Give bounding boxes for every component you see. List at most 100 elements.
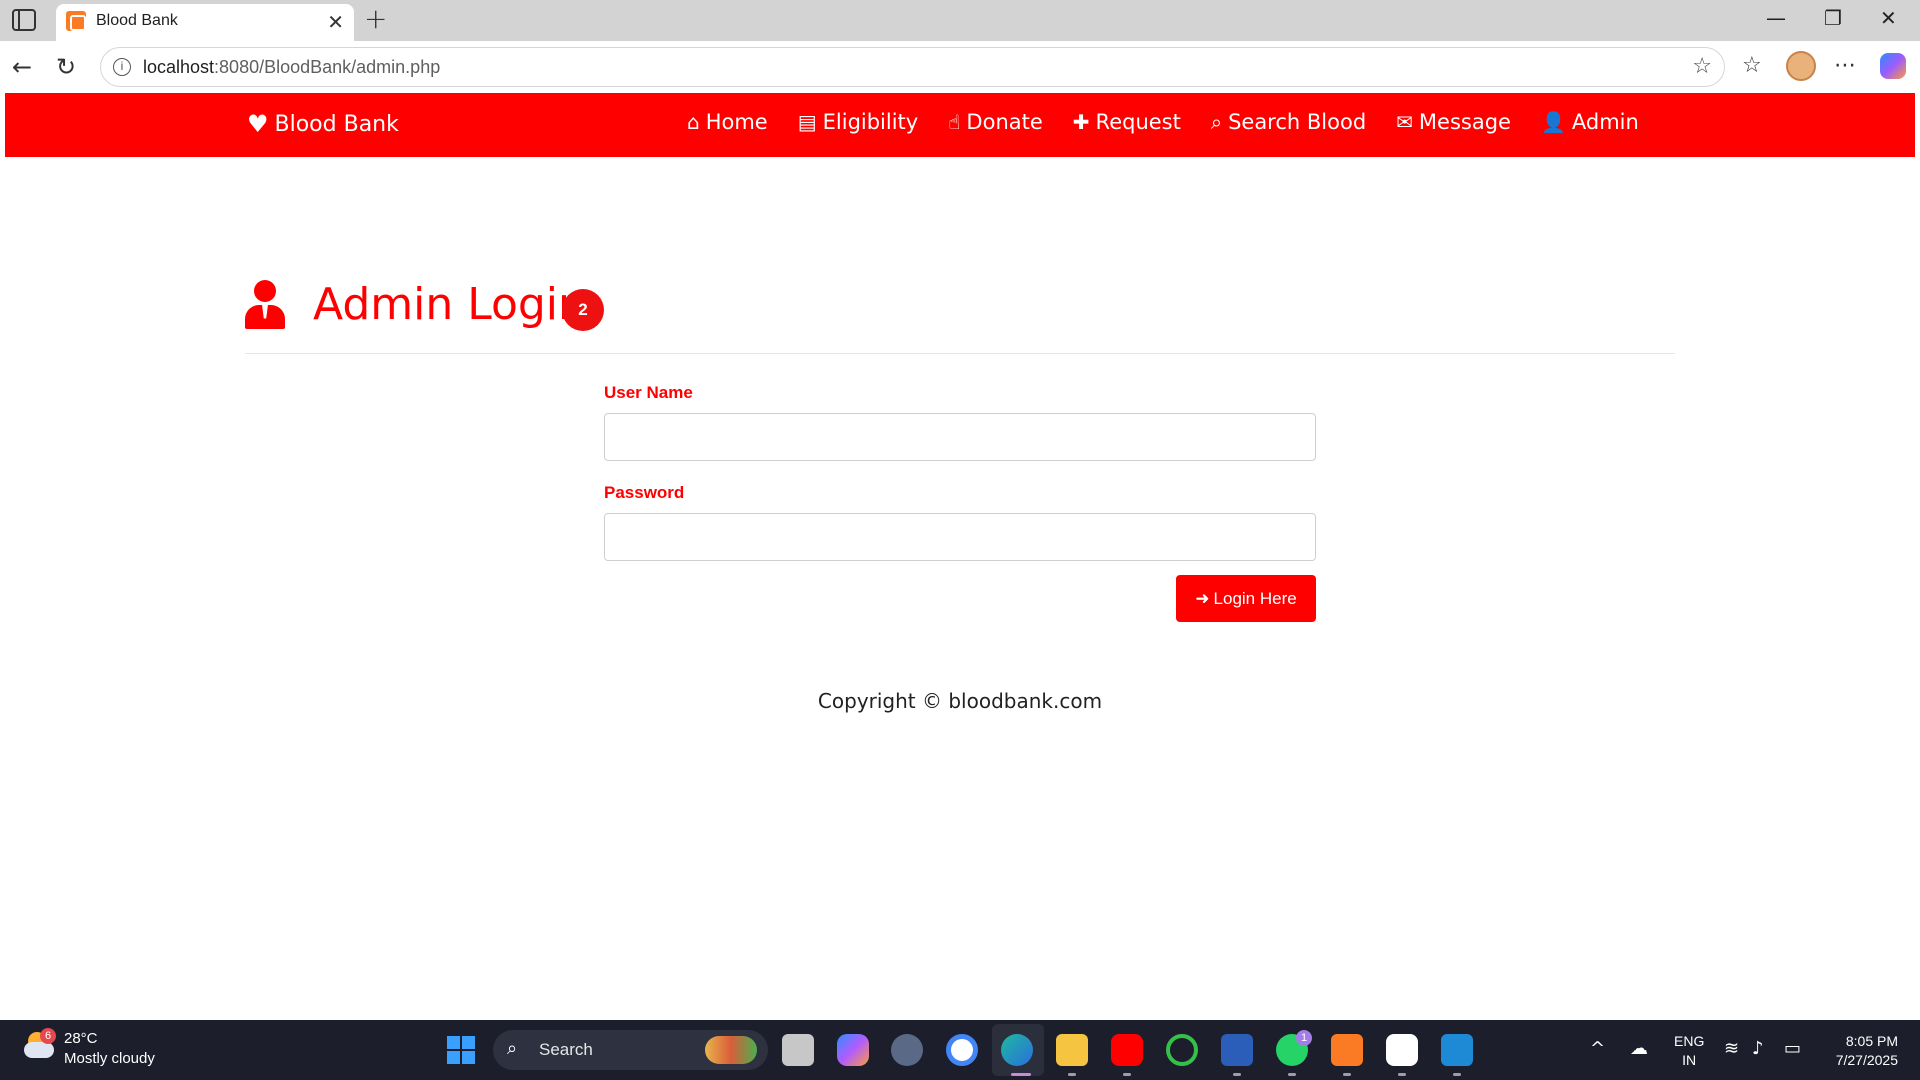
nav-home[interactable]: ⌂ Home: [687, 110, 768, 134]
copilot-app-icon[interactable]: [837, 1034, 869, 1066]
tab-actions-icon[interactable]: [12, 9, 36, 31]
windows-taskbar: 6 28°C Mostly cloudy ⌕ Search 1 ^ ☁ ENG …: [0, 1020, 1920, 1080]
reload-icon[interactable]: ↻: [56, 53, 76, 81]
brand-label: Blood Bank: [274, 111, 399, 137]
active-indicator: [1011, 1073, 1031, 1076]
nav-search-blood-label: Search Blood: [1228, 110, 1367, 134]
home-icon: ⌂: [687, 110, 700, 134]
heading-divider: [245, 353, 1675, 354]
clock-date: 7/27/2025: [1835, 1052, 1898, 1068]
close-tab-icon[interactable]: ✕: [327, 10, 344, 34]
edge-icon[interactable]: [1001, 1034, 1033, 1066]
hand-holding-icon: ☝: [948, 110, 961, 134]
sign-in-icon: ➜: [1195, 588, 1210, 608]
profile-avatar[interactable]: [1786, 51, 1816, 81]
minimize-icon[interactable]: —: [1766, 6, 1786, 30]
page-heading: Admin Login: [245, 279, 586, 330]
heartbeat-icon: ♥: [247, 110, 269, 138]
search-icon: ⌕: [507, 1038, 518, 1059]
nav-request[interactable]: ✚ Request: [1073, 110, 1181, 134]
battery-icon[interactable]: ▭: [1784, 1038, 1801, 1059]
temperature[interactable]: 28°C: [64, 1030, 98, 1047]
windows-start-icon[interactable]: [447, 1036, 475, 1064]
site-info-icon[interactable]: i: [113, 58, 131, 76]
taskbar-search[interactable]: ⌕ Search: [493, 1030, 768, 1070]
password-input[interactable]: [604, 513, 1316, 561]
admin-user-icon: [245, 279, 285, 330]
user-icon: 👤: [1540, 110, 1566, 134]
url-text[interactable]: localhost:8080/BloodBank/admin.php: [143, 57, 440, 78]
browser-tabbar: Blood Bank ✕ + — ❐ ✕: [0, 0, 1920, 41]
chrome-google-icon[interactable]: [946, 1034, 978, 1066]
running-indicator: [1123, 1073, 1131, 1076]
notification-badge: 2: [562, 289, 604, 331]
running-indicator: [1233, 1073, 1241, 1076]
refresh-app-icon[interactable]: [1166, 1034, 1198, 1066]
favorites-icon[interactable]: ☆: [1742, 53, 1762, 78]
clipboard-icon: ▤: [797, 110, 817, 134]
browser-tab[interactable]: Blood Bank ✕: [56, 4, 354, 41]
back-icon[interactable]: ←: [12, 53, 32, 81]
site-navbar: ♥ Blood Bank ⌂ Home ▤ Eligibility ☝ Dona…: [5, 93, 1915, 157]
clock-time: 8:05 PM: [1845, 1033, 1898, 1049]
login-button[interactable]: ➜ Login Here: [1176, 575, 1316, 622]
tab-title: Blood Bank: [96, 12, 178, 29]
nav-home-label: Home: [705, 110, 768, 134]
chevron-up-icon[interactable]: ^: [1590, 1038, 1605, 1059]
browser-toolbar: ← ↻ i localhost:8080/BloodBank/admin.php…: [0, 41, 1920, 93]
restore-icon[interactable]: ❐: [1824, 6, 1842, 30]
login-form: User Name Password: [604, 383, 1316, 583]
nav-message-label: Message: [1418, 110, 1511, 134]
settings-icon[interactable]: [891, 1034, 923, 1066]
xampp-icon[interactable]: [1331, 1034, 1363, 1066]
nav-eligibility[interactable]: ▤ Eligibility: [798, 110, 919, 134]
page-title: Admin Login: [313, 279, 586, 330]
nav-eligibility-label: Eligibility: [822, 110, 919, 134]
file-explorer-icon[interactable]: [1056, 1034, 1088, 1066]
chatgpt-icon[interactable]: [1386, 1034, 1418, 1066]
username-label: User Name: [604, 383, 693, 402]
hospital-user-icon: ✚: [1072, 110, 1090, 134]
weather-badge: 6: [40, 1028, 56, 1044]
task-view-icon[interactable]: [782, 1034, 814, 1066]
username-input[interactable]: [604, 413, 1316, 461]
address-bar[interactable]: i localhost:8080/BloodBank/admin.php ☆: [100, 47, 1725, 87]
running-indicator: [1398, 1073, 1406, 1076]
running-indicator: [1068, 1073, 1076, 1076]
url-host: localhost: [143, 57, 215, 77]
taskbar-search-label: Search: [539, 1040, 593, 1059]
more-options-icon[interactable]: ⋯: [1834, 53, 1856, 78]
nav-donate[interactable]: ☝ Donate: [948, 110, 1043, 134]
wifi-icon[interactable]: ≋: [1724, 1038, 1739, 1059]
close-window-icon[interactable]: ✕: [1880, 6, 1897, 30]
whatsapp-badge: 1: [1296, 1030, 1312, 1046]
envelope-icon: ✉: [1396, 110, 1413, 134]
vscode-icon[interactable]: [1441, 1034, 1473, 1066]
search-icon: ⌕: [1210, 110, 1223, 134]
nav-donate-label: Donate: [966, 110, 1043, 134]
login-button-label: Login Here: [1213, 588, 1297, 608]
running-indicator: [1288, 1073, 1296, 1076]
copyright-text: Copyright © bloodbank.com: [817, 689, 1103, 713]
youtube-icon[interactable]: [1111, 1034, 1143, 1066]
running-indicator: [1343, 1073, 1351, 1076]
nav-request-label: Request: [1095, 110, 1181, 134]
volume-icon[interactable]: ♪: [1752, 1038, 1764, 1059]
lang-line1: ENG: [1674, 1033, 1705, 1049]
favorite-star-icon[interactable]: ☆: [1692, 54, 1712, 79]
word-icon[interactable]: [1221, 1034, 1253, 1066]
new-tab-icon[interactable]: +: [364, 2, 387, 35]
search-highlight-icon: [705, 1036, 757, 1064]
brand-link[interactable]: ♥ Blood Bank: [247, 110, 399, 138]
system-clock[interactable]: 8:05 PM 7/27/2025: [1826, 1032, 1898, 1070]
nav-admin[interactable]: 👤 Admin: [1541, 110, 1639, 134]
weather-condition[interactable]: Mostly cloudy: [64, 1050, 155, 1067]
lang-line2: IN: [1682, 1052, 1697, 1068]
nav-message[interactable]: ✉ Message: [1396, 110, 1511, 134]
nav-search-blood[interactable]: ⌕ Search Blood: [1211, 110, 1366, 134]
onedrive-cloud-icon[interactable]: ☁: [1630, 1038, 1648, 1059]
password-label: Password: [604, 483, 685, 502]
language-indicator[interactable]: ENG IN: [1674, 1032, 1704, 1070]
url-path: :8080/BloodBank/admin.php: [214, 57, 441, 77]
copilot-icon[interactable]: [1880, 53, 1906, 79]
